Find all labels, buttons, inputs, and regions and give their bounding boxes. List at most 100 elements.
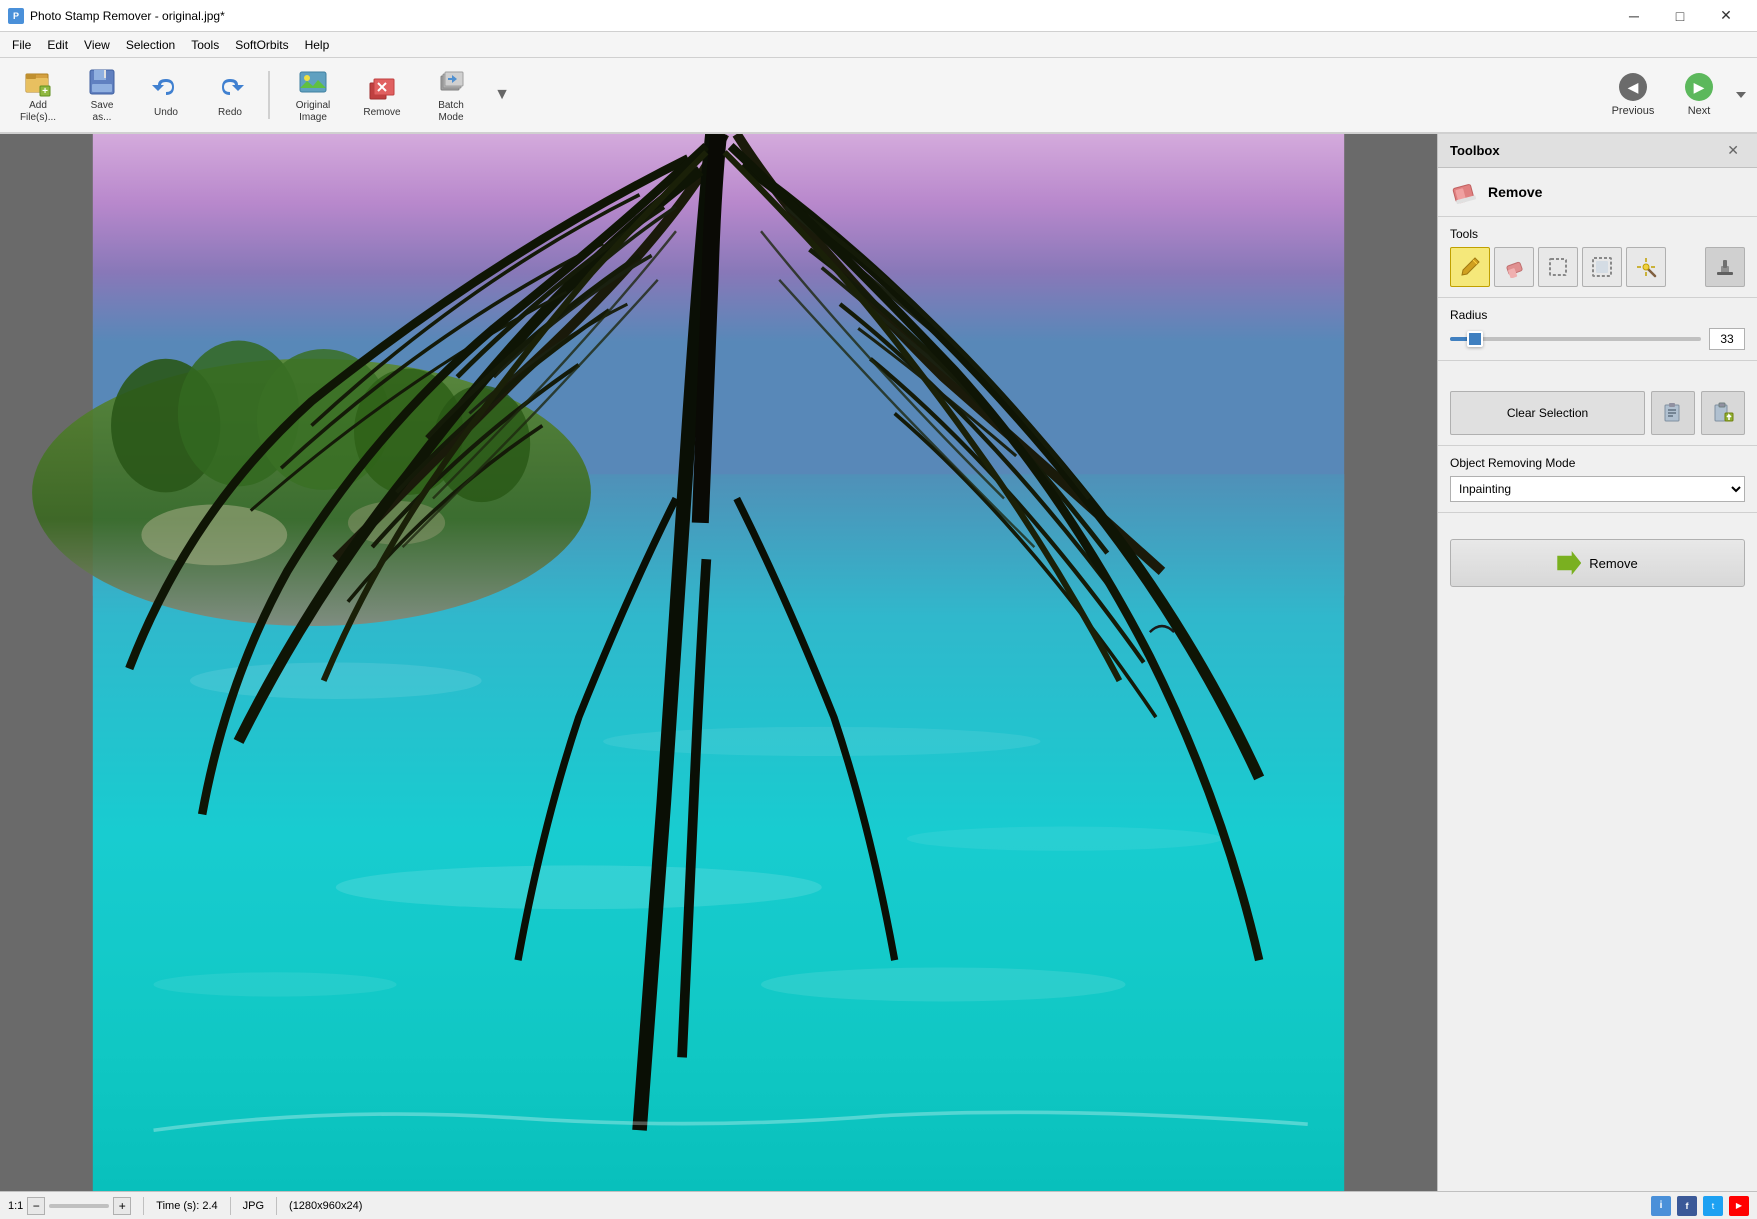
maximize-button[interactable]: □ xyxy=(1657,0,1703,32)
toolbar-more-button[interactable]: ▼ xyxy=(490,63,514,127)
menu-edit[interactable]: Edit xyxy=(39,36,76,54)
toolbox-close-button[interactable]: ✕ xyxy=(1721,140,1745,161)
original-image-label: OriginalImage xyxy=(296,100,330,124)
radius-row: 33 xyxy=(1450,328,1745,350)
add-file-icon: + xyxy=(22,66,54,98)
rect-select-tool-button[interactable] xyxy=(1538,247,1578,287)
batch-mode-label: BatchMode xyxy=(438,100,464,124)
facebook-icon[interactable]: f xyxy=(1677,1196,1697,1216)
magic-wand-tool-button[interactable] xyxy=(1626,247,1666,287)
magic-wand-icon xyxy=(1635,256,1657,278)
export-file-button[interactable] xyxy=(1701,391,1745,435)
close-button[interactable]: ✕ xyxy=(1703,0,1749,32)
zoom-slider[interactable] xyxy=(49,1204,109,1208)
eraser-icon xyxy=(1503,256,1525,278)
radius-section: Radius 33 xyxy=(1438,298,1757,361)
remove-toolbar-button[interactable]: Remove xyxy=(352,63,412,127)
menu-softorbits[interactable]: SoftOrbits xyxy=(227,36,296,54)
zoom-in-button[interactable]: + xyxy=(113,1197,131,1215)
remove-toolbar-label: Remove xyxy=(363,107,400,118)
menu-help[interactable]: Help xyxy=(297,36,338,54)
status-format: JPG xyxy=(243,1200,264,1212)
redo-label: Redo xyxy=(218,107,242,118)
undo-label: Undo xyxy=(154,107,178,118)
save-as-label: Saveas... xyxy=(91,100,114,124)
status-separator-3 xyxy=(276,1197,277,1215)
radius-label: Radius xyxy=(1450,308,1745,322)
minimize-button[interactable]: ─ xyxy=(1611,0,1657,32)
save-as-button[interactable]: Saveas... xyxy=(72,63,132,127)
twitter-icon[interactable]: t xyxy=(1703,1196,1723,1216)
original-image-button[interactable]: OriginalImage xyxy=(278,63,348,127)
zoom-control: 1:1 − + xyxy=(8,1197,131,1215)
tools-spacer xyxy=(1670,247,1701,287)
menu-bar: File Edit View Selection Tools SoftOrbit… xyxy=(0,32,1757,58)
brush-tool-button[interactable] xyxy=(1450,247,1490,287)
batch-mode-icon xyxy=(435,66,467,98)
radius-slider-thumb[interactable] xyxy=(1467,331,1483,347)
remove-arrow-icon xyxy=(1557,551,1581,575)
add-file-label: AddFile(s)... xyxy=(20,100,56,124)
magic-select-tool-button[interactable] xyxy=(1582,247,1622,287)
export-file-icon xyxy=(1712,402,1734,424)
batch-mode-button[interactable]: BatchMode xyxy=(416,63,486,127)
toolbox-header: Toolbox ✕ xyxy=(1438,134,1757,168)
undo-button[interactable]: Undo xyxy=(136,63,196,127)
status-separator-1 xyxy=(143,1197,144,1215)
previous-button[interactable]: ◀ Previous xyxy=(1601,63,1665,127)
menu-file[interactable]: File xyxy=(4,36,39,54)
menu-view[interactable]: View xyxy=(76,36,118,54)
next-icon: ▶ xyxy=(1685,73,1713,101)
status-icons: i f t ▶ xyxy=(1651,1196,1749,1216)
clear-selection-button[interactable]: Clear Selection xyxy=(1450,391,1645,435)
remove-action-label: Remove xyxy=(1589,556,1637,571)
remove-eraser-icon xyxy=(1450,178,1478,206)
redo-icon xyxy=(214,73,246,105)
original-image-icon xyxy=(297,66,329,98)
remove-action-button[interactable]: Remove xyxy=(1450,539,1745,587)
remove-btn-section: Remove xyxy=(1438,523,1757,603)
previous-icon: ◀ xyxy=(1619,73,1647,101)
youtube-icon[interactable]: ▶ xyxy=(1729,1196,1749,1216)
toolbar-separator-1 xyxy=(268,71,270,119)
add-file-button[interactable]: + AddFile(s)... xyxy=(8,63,68,127)
toolbar-nav: ◀ Previous ▶ Next xyxy=(1601,63,1749,127)
rect-select-icon xyxy=(1547,256,1569,278)
tools-section: Tools xyxy=(1438,217,1757,298)
toolbox-title: Toolbox xyxy=(1450,143,1500,158)
window-title: Photo Stamp Remover - original.jpg* xyxy=(30,9,225,23)
menu-selection[interactable]: Selection xyxy=(118,36,183,54)
radius-slider-track[interactable] xyxy=(1450,337,1701,341)
export-clipboard-button[interactable] xyxy=(1651,391,1695,435)
export-clipboard-icon xyxy=(1662,402,1684,424)
svg-text:+: + xyxy=(42,86,48,97)
save-icon xyxy=(86,66,118,98)
canvas-area[interactable] xyxy=(0,134,1437,1191)
next-label: Next xyxy=(1688,105,1711,117)
stamp-icon xyxy=(1714,256,1736,278)
previous-label: Previous xyxy=(1612,105,1655,117)
canvas-image xyxy=(0,134,1437,1191)
zoom-value: 1:1 xyxy=(8,1200,23,1212)
object-removing-mode-select[interactable]: Inpainting Content Aware Fill Solid Colo… xyxy=(1450,476,1745,502)
stamp-tool-button[interactable] xyxy=(1705,247,1745,287)
toolbox-spacer-2 xyxy=(1438,513,1757,523)
status-bar: 1:1 − + Time (s): 2.4 JPG (1280x960x24) … xyxy=(0,1191,1757,1219)
radius-value: 33 xyxy=(1709,328,1745,350)
magic-select-icon xyxy=(1591,256,1613,278)
main-content: Toolbox ✕ Remove Tools xyxy=(0,134,1757,1191)
eraser-tool-button[interactable] xyxy=(1494,247,1534,287)
menu-tools[interactable]: Tools xyxy=(183,36,227,54)
status-dimensions: (1280x960x24) xyxy=(289,1200,362,1212)
zoom-out-button[interactable]: − xyxy=(27,1197,45,1215)
redo-button[interactable]: Redo xyxy=(200,63,260,127)
mode-section: Object Removing Mode Inpainting Content … xyxy=(1438,446,1757,513)
nav-dropdown-button[interactable] xyxy=(1733,63,1749,127)
next-button[interactable]: ▶ Next xyxy=(1667,63,1731,127)
title-bar: P Photo Stamp Remover - original.jpg* ─ … xyxy=(0,0,1757,32)
status-separator-2 xyxy=(230,1197,231,1215)
tools-section-label: Tools xyxy=(1450,227,1745,241)
remove-icon xyxy=(366,73,398,105)
info-icon[interactable]: i xyxy=(1651,1196,1671,1216)
tools-row xyxy=(1450,247,1745,287)
